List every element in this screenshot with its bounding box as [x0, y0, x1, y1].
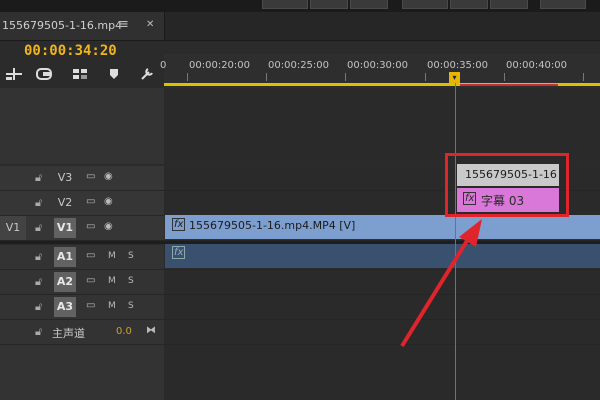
- annotation-arrow: [400, 219, 482, 348]
